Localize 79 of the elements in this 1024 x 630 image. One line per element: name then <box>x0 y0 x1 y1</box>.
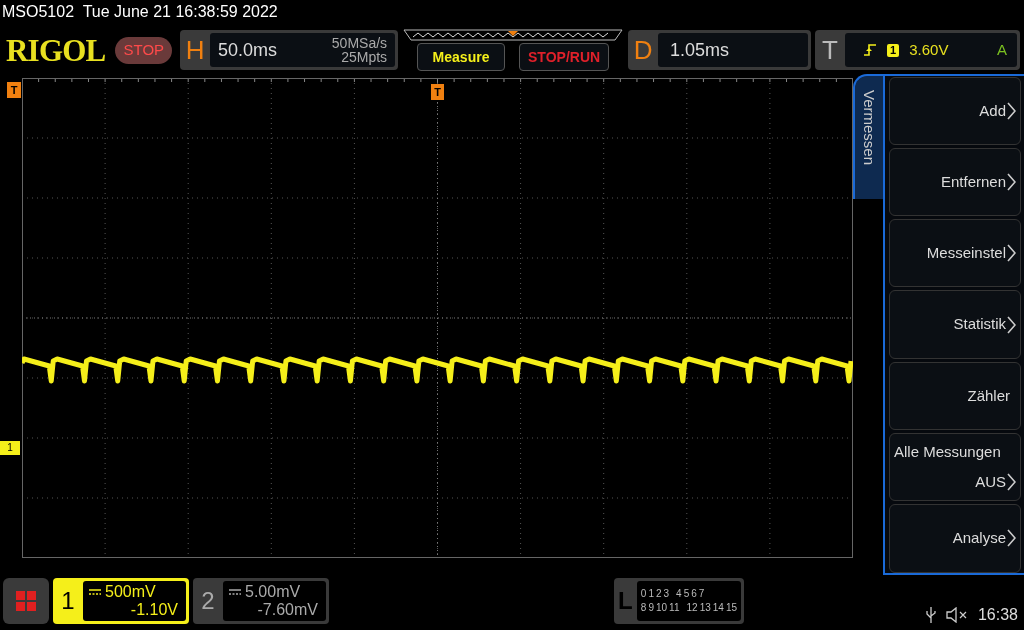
chevron-right-icon <box>1007 244 1016 263</box>
softkey-value: AUS <box>975 472 1006 493</box>
menu-button[interactable]: STOP/RUN <box>519 43 610 72</box>
channel-panel[interactable]: 2 5.00mV -7.60mV <box>193 578 329 625</box>
horizontal-panel[interactable]: H 50.0ms 50MSa/s 25Mpts <box>180 30 399 71</box>
horizontal-label: H <box>184 33 206 67</box>
chevron-right-icon <box>1007 173 1016 192</box>
delay-panel[interactable]: D 1.05ms <box>628 30 812 71</box>
logic-channel-number: 0 <box>640 587 647 602</box>
channel-panel[interactable]: 1 500mV -1.10V <box>53 578 189 625</box>
device-title: MSO5102 Tue June 21 16:38:59 2022 <box>2 2 278 23</box>
channel-offset: -7.60mV <box>257 601 318 620</box>
logic-channel-number: 13 <box>699 601 711 616</box>
logic-channel-number: 4 <box>676 587 682 602</box>
trigger-level: 3.60V <box>909 40 949 60</box>
run-state-badge: STOP <box>115 37 173 64</box>
delay-value: 1.05ms <box>670 38 730 62</box>
softkey-label: Entfernen <box>940 171 1006 192</box>
logic-channel-number: 7 <box>698 587 705 602</box>
logo: RIGOL <box>6 34 106 66</box>
softkey-label: Messeinstel <box>926 243 1006 264</box>
logic-channel-number: 3 <box>663 587 670 602</box>
clock-time: 16:38 <box>977 605 1018 626</box>
softkey-label: Add <box>979 100 1006 121</box>
softkey-title: Alle Messungen <box>894 441 1001 462</box>
chevron-right-icon <box>1007 101 1016 120</box>
speaker-muted-icon <box>945 607 968 624</box>
usb-icon <box>925 606 936 625</box>
trigger-label: T <box>821 33 839 67</box>
logic-channel-number: 14 <box>712 601 724 616</box>
delay-label: D <box>632 33 654 67</box>
chevron-right-icon <box>1007 529 1016 548</box>
softkey[interactable]: Zähler <box>889 361 1021 430</box>
softkey[interactable]: Analyse <box>889 504 1021 573</box>
trigger-position-marker: T <box>431 83 444 100</box>
softkey-label: Analyse <box>952 528 1006 549</box>
trigger-mode: A <box>997 40 1007 60</box>
softkey[interactable]: Alle Messungen AUS <box>889 433 1021 502</box>
trigger-source-badge: 1 <box>887 43 900 57</box>
dc-coupling-icon <box>229 589 241 596</box>
trigger-panel[interactable]: T 1 3.60V A <box>815 30 1020 71</box>
softkey[interactable]: Messeinstel <box>889 219 1021 288</box>
channel-scale: 500mV <box>105 583 156 602</box>
dc-coupling-icon <box>89 589 101 596</box>
sample-rate: 50MSa/s <box>331 36 388 51</box>
logic-panel[interactable]: L 0 1 2 3 4 5 6 7 8 9 10 11 12 13 14 15 <box>614 578 744 625</box>
logic-channel-number: 1 <box>648 587 654 602</box>
logic-label: L <box>617 586 634 617</box>
softkey[interactable]: Add <box>889 76 1021 145</box>
chevron-right-icon <box>1007 315 1016 334</box>
logic-channel-number: 8 <box>640 601 647 616</box>
menu-button[interactable]: Measure <box>417 43 505 72</box>
channel-scale: 5.00mV <box>245 583 301 602</box>
menu-tab-label: Vermessen <box>860 89 880 167</box>
trigger-level-marker: T <box>7 81 21 98</box>
menu-tab[interactable]: Vermessen <box>853 73 883 199</box>
softkey[interactable]: Statistik <box>889 290 1021 359</box>
grid-menu-button[interactable] <box>3 578 49 625</box>
channel-number: 1 <box>60 586 76 617</box>
logic-channel-number: 5 <box>683 587 690 602</box>
logic-channel-number: 10 <box>656 601 668 616</box>
logic-channel-number: 9 <box>648 601 654 616</box>
channel-number: 2 <box>200 586 216 617</box>
logic-channel-number: 12 <box>686 601 698 616</box>
waveform-overview-icon <box>403 29 624 42</box>
softkey-label: Zähler <box>967 385 1011 406</box>
logic-channel-number: 6 <box>691 587 697 602</box>
logic-channel-number: 2 <box>656 587 662 602</box>
logic-channel-number: 15 <box>725 601 737 616</box>
channel-offset: -1.10V <box>130 601 178 620</box>
softkey-label: Statistik <box>953 314 1006 335</box>
timebase-value: 50.0ms <box>218 38 278 62</box>
memory-depth: 25Mpts <box>341 50 388 65</box>
grid-icon <box>15 590 37 613</box>
rising-edge-icon <box>863 43 878 58</box>
chevron-right-icon <box>1007 473 1016 492</box>
softkey[interactable]: Entfernen <box>889 147 1021 217</box>
logic-channel-number: 11 <box>669 601 680 616</box>
channel-marker: 1 <box>0 440 20 455</box>
